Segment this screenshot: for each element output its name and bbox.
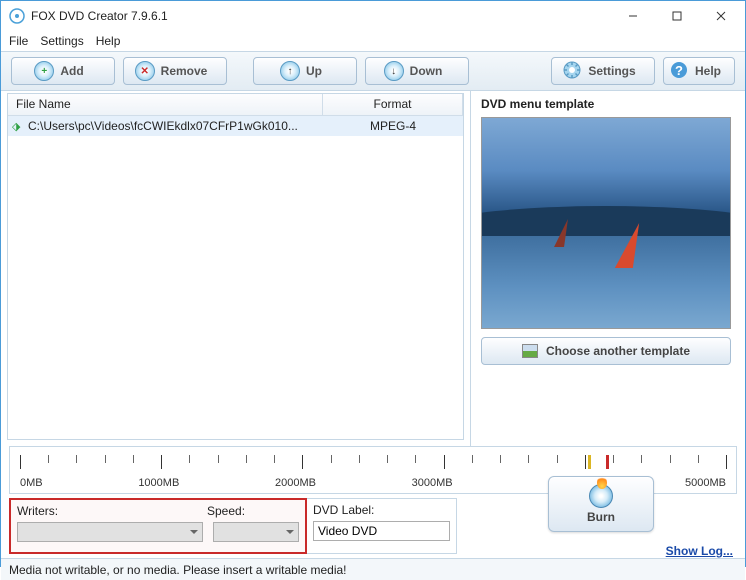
ruler-label: 0MB [20,477,43,489]
add-button[interactable]: + Add [11,57,115,85]
help-button[interactable]: ? Help [663,57,735,85]
remove-button[interactable]: ✕ Remove [123,57,227,85]
remove-label: Remove [161,64,208,78]
app-icon [9,8,25,24]
menu-file[interactable]: File [9,34,28,48]
main-area: File Name Format ⬗ C:\Users\pc\Videos\fc… [1,91,745,446]
disc-up-icon: ↑ [280,61,300,81]
writer-box: Writers: Speed: [9,498,307,554]
status-text: Media not writable, or no media. Please … [9,563,347,577]
burn-label: Burn [587,510,615,524]
ruler-label: 1000MB [138,477,179,489]
help-label: Help [695,64,721,78]
gear-icon [562,60,582,83]
down-button[interactable]: ↓ Down [365,57,469,85]
settings-button[interactable]: Settings [551,57,655,85]
file-row[interactable]: ⬗ C:\Users\pc\Videos\fcCWIEkdlx07CFrP1wG… [8,116,463,136]
up-button[interactable]: ↑ Up [253,57,357,85]
file-format-cell: MPEG-4 [323,119,463,133]
speed-label: Speed: [207,504,287,518]
ruler-label: 2000MB [275,477,316,489]
marker-yellow [588,455,591,469]
titlebar: FOX DVD Creator 7.9.6.1 [1,1,745,31]
dvd-label-input[interactable] [313,521,450,541]
file-name-cell: C:\Users\pc\Videos\fcCWIEkdlx07CFrP1wGk0… [24,119,323,133]
wave-graphic [481,206,731,236]
dvd-label-box: DVD Label: [307,498,457,554]
template-title: DVD menu template [481,97,735,111]
choose-template-label: Choose another template [546,344,690,358]
menubar: File Settings Help [1,31,745,51]
file-list: File Name Format ⬗ C:\Users\pc\Videos\fc… [7,93,464,440]
file-list-header: File Name Format [8,94,463,116]
burn-area: Burn Show Log... [457,494,745,558]
maximize-button[interactable] [655,2,699,30]
left-panel: File Name Format ⬗ C:\Users\pc\Videos\fc… [1,91,471,446]
svg-text:?: ? [675,63,683,78]
writers-label: Writers: [17,504,197,518]
disc-remove-icon: ✕ [135,61,155,81]
show-log-link[interactable]: Show Log... [666,544,733,558]
right-panel: DVD menu template Choose another templat… [471,91,745,446]
menu-help[interactable]: Help [96,34,121,48]
windsurfer-large [618,223,636,268]
bottom-area: Writers: Speed: DVD Label: Burn Show Log… [1,494,745,558]
help-icon: ? [669,60,689,83]
close-button[interactable] [699,2,743,30]
file-present-icon: ⬗ [8,120,24,133]
dvd-label-label: DVD Label: [313,503,450,517]
settings-label: Settings [588,64,635,78]
window-title: FOX DVD Creator 7.9.6.1 [31,9,611,23]
disc-add-icon: + [34,61,54,81]
col-filename[interactable]: File Name [8,94,323,115]
menu-settings[interactable]: Settings [40,34,83,48]
add-label: Add [60,64,83,78]
marker-red [606,455,609,469]
choose-template-button[interactable]: Choose another template [481,337,731,365]
template-preview[interactable] [481,117,731,329]
writers-select[interactable] [17,522,203,542]
ruler-track [20,455,726,469]
minimize-button[interactable] [611,2,655,30]
burn-disc-icon [589,484,613,508]
flame-icon [597,475,607,489]
up-label: Up [306,64,322,78]
windsurfer-small [556,219,566,247]
statusbar: Media not writable, or no media. Please … [1,558,745,580]
speed-select[interactable] [213,522,299,542]
ruler-label: 5000MB [685,477,726,489]
col-format[interactable]: Format [323,94,463,115]
picture-icon [522,344,538,358]
down-label: Down [410,64,443,78]
toolbar: + Add ✕ Remove ↑ Up ↓ Down Settings ? He… [1,51,745,91]
burn-button[interactable]: Burn [548,476,654,532]
disc-down-icon: ↓ [384,61,404,81]
ruler-label: 3000MB [412,477,453,489]
